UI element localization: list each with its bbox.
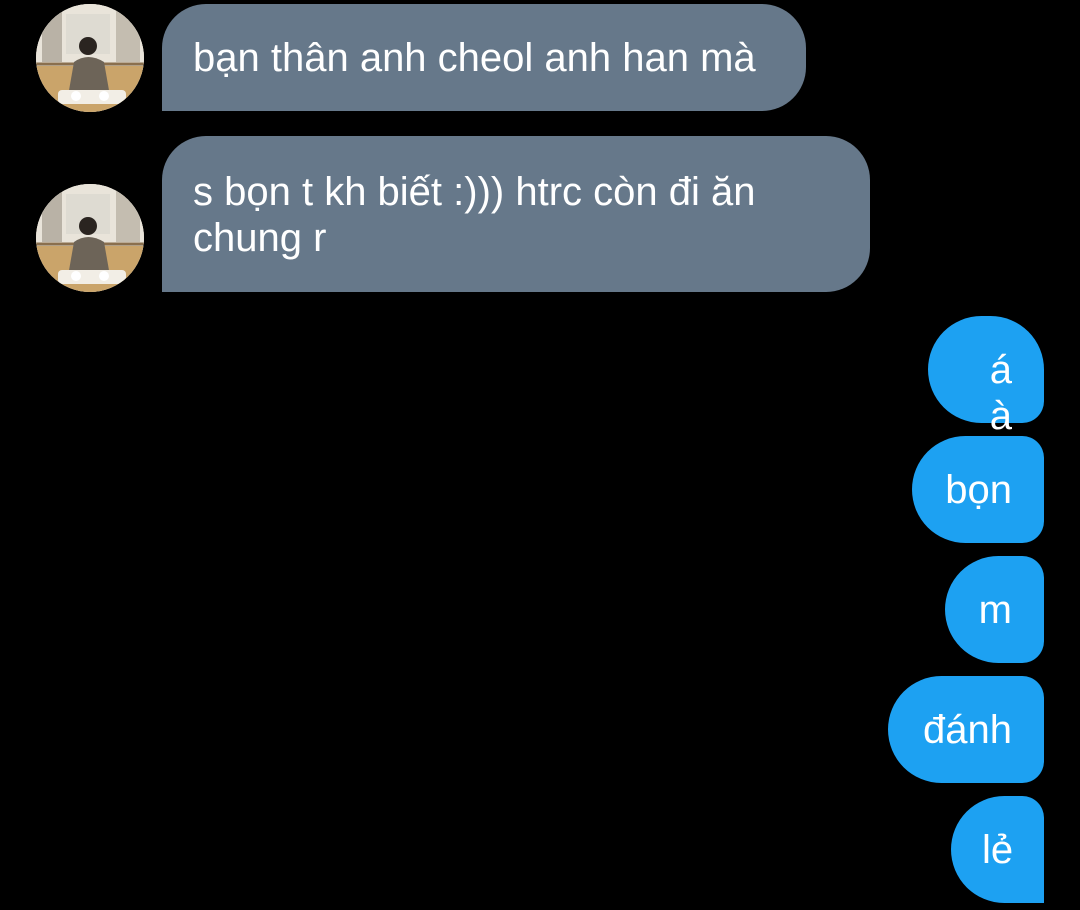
- message-bubble-incoming[interactable]: s bọn t kh biết :))) htrc còn đi ăn chun…: [162, 136, 870, 292]
- message-bubble-outgoing[interactable]: á à: [928, 316, 1044, 438]
- message-text: á à: [989, 348, 1012, 438]
- avatar-icon: [36, 4, 144, 112]
- message-text: đánh: [923, 708, 1012, 752]
- message-text: s bọn t kh biết :))) htrc còn đi ăn chun…: [193, 170, 756, 260]
- message-bubble-incoming[interactable]: bạn thân anh cheol anh han mà: [162, 4, 806, 111]
- message-text: m: [978, 588, 1012, 632]
- message-bubble-outgoing[interactable]: m: [945, 556, 1044, 663]
- message-bubble-outgoing[interactable]: bọn: [912, 436, 1044, 543]
- message-text: bọn: [945, 468, 1012, 512]
- message-text: bạn thân anh cheol anh han mà: [193, 36, 756, 80]
- message-text: lẻ: [982, 828, 1014, 872]
- message-bubble-outgoing[interactable]: lẻ: [951, 796, 1044, 903]
- avatar-icon: [36, 184, 144, 292]
- message-bubble-outgoing[interactable]: đánh: [888, 676, 1044, 783]
- contact-avatar[interactable]: [36, 4, 144, 112]
- contact-avatar[interactable]: [36, 184, 144, 292]
